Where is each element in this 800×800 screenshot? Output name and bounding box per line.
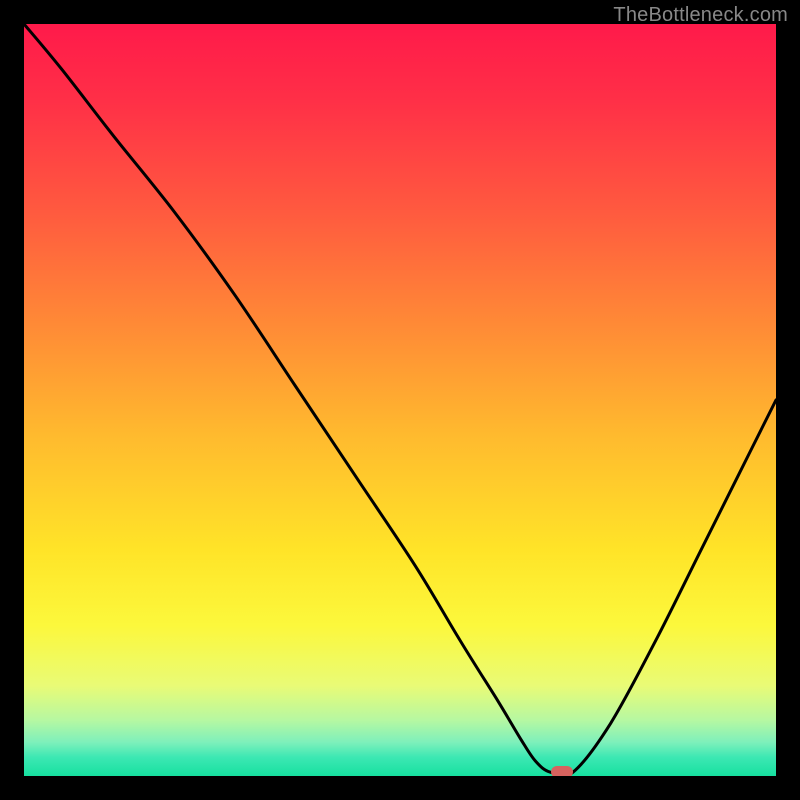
marker-pill (551, 766, 573, 776)
bottleneck-curve (24, 24, 776, 776)
chart-frame (24, 24, 776, 776)
watermark-text: TheBottleneck.com (613, 4, 788, 27)
page-root: TheBottleneck.com (0, 0, 800, 800)
plot-area (24, 24, 776, 776)
